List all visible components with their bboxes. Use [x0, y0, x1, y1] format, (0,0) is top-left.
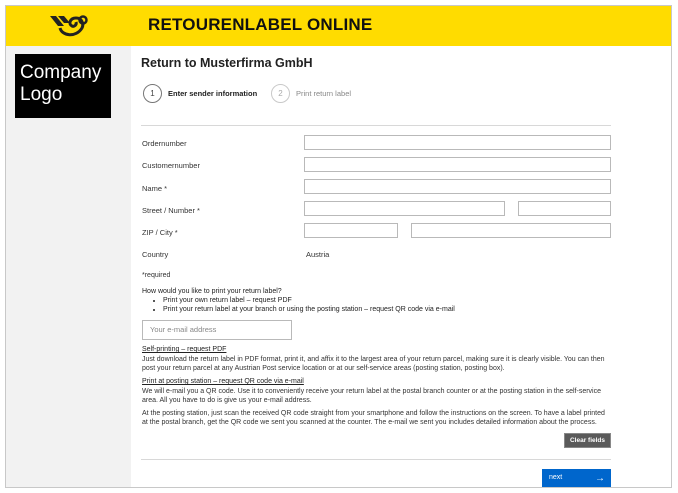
city-input[interactable] — [411, 223, 611, 238]
app-frame: RETOURENLABEL ONLINE Company Logo Return… — [5, 5, 672, 488]
page-title: Return to Musterfirma GmbH — [141, 56, 313, 70]
self-printing-text: Just download the return label in PDF fo… — [142, 356, 605, 372]
company-logo: Company Logo — [15, 54, 111, 118]
ordernumber-input[interactable] — [304, 135, 611, 150]
main-content: Return to Musterfirma GmbH 1 Enter sende… — [131, 46, 671, 487]
zip-input[interactable] — [304, 223, 398, 238]
post-horn-logo-icon — [50, 15, 88, 37]
step-1-label: Enter sender information — [168, 89, 258, 98]
name-input[interactable] — [304, 179, 611, 194]
print-options-list: Print your own return label – request PD… — [155, 297, 455, 314]
country-label: Country — [142, 250, 169, 259]
company-logo-line-1: Company — [20, 62, 102, 83]
customernumber-label: Customernumber — [142, 161, 200, 170]
self-printing-link[interactable]: Self-printing – request PDF — [142, 346, 226, 353]
customernumber-input[interactable] — [304, 157, 611, 172]
next-button[interactable]: next → — [542, 469, 611, 487]
required-note: *required — [142, 272, 171, 279]
posting-station-link[interactable]: Print at posting station – request QR co… — [142, 378, 304, 385]
print-option-qr: Print your return label at your branch o… — [163, 306, 455, 315]
company-logo-line-2: Logo — [20, 84, 63, 105]
step-2-number: 2 — [271, 84, 290, 103]
street-label: Street / Number * — [142, 206, 200, 215]
step-2-label: Print return label — [296, 89, 352, 98]
ordernumber-label: Ordernumber — [142, 139, 187, 148]
next-button-label: next — [549, 474, 563, 481]
print-question: How would you like to print your return … — [142, 288, 282, 295]
posting-station-instructions: At the posting station, just scan the re… — [142, 410, 605, 426]
arrow-right-icon: → — [595, 473, 605, 484]
divider — [141, 125, 611, 126]
country-value: Austria — [306, 250, 330, 259]
email-input[interactable]: Your e-mail address — [142, 320, 292, 340]
footer-divider — [141, 459, 611, 460]
step-1-number: 1 — [143, 84, 162, 103]
clear-fields-button[interactable]: Clear fields — [564, 433, 611, 448]
zip-city-label: ZIP / City * — [142, 228, 178, 237]
print-option-pdf: Print your own return label – request PD… — [163, 297, 455, 306]
posting-station-text: We will e-mail you a QR code. Use it to … — [142, 388, 601, 404]
app-title: RETOURENLABEL ONLINE — [148, 15, 373, 34]
house-number-input[interactable] — [518, 201, 611, 216]
step-2: 2 Print return label — [271, 84, 351, 103]
header-bar: RETOURENLABEL ONLINE — [6, 6, 671, 46]
step-1: 1 Enter sender information — [143, 84, 257, 103]
name-label: Name * — [142, 184, 168, 193]
street-input[interactable] — [304, 201, 505, 216]
